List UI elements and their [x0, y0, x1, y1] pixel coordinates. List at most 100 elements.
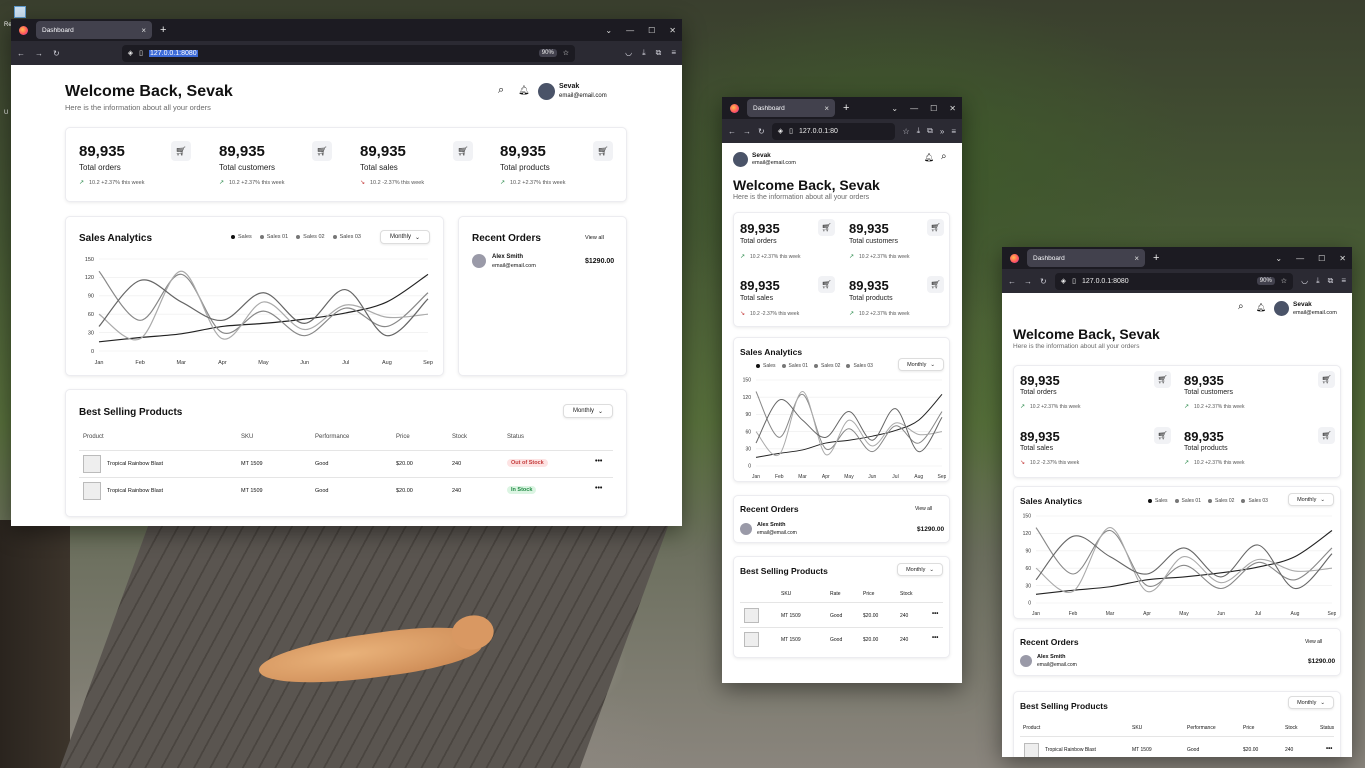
avatar[interactable] — [538, 83, 555, 100]
period-dropdown[interactable]: Monthly ⌄ — [1288, 493, 1334, 506]
recycle-bin-icon[interactable] — [14, 6, 26, 18]
new-tab-icon[interactable]: + — [1153, 252, 1159, 264]
bell-icon[interactable]: 🔔︎ — [924, 153, 934, 162]
download-icon[interactable]: ⤓ — [1316, 276, 1320, 286]
overflow-icon[interactable]: » — [940, 127, 944, 136]
zoom-level[interactable]: 90% — [1256, 277, 1275, 285]
period-dropdown[interactable]: Monthly ⌄ — [563, 404, 613, 418]
tab-dashboard[interactable]: Dashboard × — [36, 21, 152, 39]
avatar[interactable] — [733, 152, 748, 167]
tab-list-icon[interactable]: ⌄ — [605, 26, 612, 35]
stat-value: 89,935 — [849, 278, 889, 293]
zoom-level[interactable]: 90% — [538, 49, 557, 57]
x-tick-label: Mar — [1106, 611, 1115, 617]
url-text[interactable]: 127.0.0.1:8080 — [1082, 278, 1129, 285]
more-options-icon[interactable]: ••• — [595, 485, 602, 492]
reload-icon[interactable]: ↻ — [758, 127, 765, 136]
stat-label: Total sales — [740, 295, 774, 302]
tab-list-icon[interactable]: ⌄ — [891, 104, 898, 113]
tab-dashboard[interactable]: Dashboard × — [747, 99, 835, 117]
pocket-icon[interactable]: ◡ — [625, 48, 632, 58]
menu-icon[interactable]: ≡ — [671, 48, 676, 58]
minimize-icon[interactable]: — — [1296, 254, 1304, 263]
stat-value: 89,935 — [79, 143, 125, 160]
new-tab-icon[interactable]: + — [160, 24, 166, 36]
extensions-icon[interactable]: ⧉ — [656, 48, 662, 58]
close-window-icon[interactable]: ✕ — [949, 104, 956, 113]
series-line-sales-03 — [98, 279, 429, 337]
menu-icon[interactable]: ≡ — [951, 127, 956, 136]
bookmark-star-icon[interactable]: ☆ — [902, 127, 909, 136]
download-icon[interactable]: ⤓ — [642, 48, 646, 58]
forward-icon[interactable]: → — [35, 49, 43, 58]
tab-title: Dashboard — [42, 26, 74, 34]
avatar[interactable] — [1274, 301, 1289, 316]
y-tick-label: 90 — [1025, 548, 1031, 554]
url-bar[interactable]: ◈ ▯ 127.0.0.1:8080 90% ☆ — [121, 44, 576, 62]
pocket-icon[interactable]: ◡ — [1301, 276, 1308, 286]
firefox-icon — [730, 103, 739, 113]
trend-up-icon: ↗ — [500, 180, 506, 186]
back-icon[interactable]: ← — [1008, 277, 1016, 286]
product-stock: 240 — [900, 637, 909, 643]
view-all-link[interactable]: View all — [585, 235, 604, 241]
column-header: Status — [507, 434, 525, 440]
close-window-icon[interactable]: ✕ — [1339, 254, 1346, 263]
bell-icon[interactable]: 🔔︎ — [1256, 303, 1266, 312]
extensions-icon[interactable]: ⧉ — [927, 126, 933, 136]
more-options-icon[interactable]: ••• — [1326, 746, 1332, 752]
back-icon[interactable]: ← — [17, 49, 25, 58]
url-bar[interactable]: ◈ ▯ 127.0.0.1:8080 90% ☆ — [1054, 272, 1294, 290]
period-dropdown[interactable]: Monthly ⌄ — [1288, 696, 1334, 709]
search-icon[interactable]: ⌕ — [1238, 301, 1244, 312]
maximize-icon[interactable]: ☐ — [1318, 254, 1325, 263]
period-dropdown-label: Monthly — [389, 234, 411, 240]
period-dropdown[interactable]: Monthly ⌄ — [897, 563, 943, 576]
extensions-icon[interactable]: ⧉ — [1328, 276, 1334, 286]
order-amount: $1290.00 — [1308, 658, 1336, 665]
new-tab-icon[interactable]: + — [843, 102, 849, 114]
view-all-link[interactable]: View all — [915, 506, 932, 512]
minimize-icon[interactable]: — — [910, 104, 918, 113]
product-name: Tropical Rainbow Blast — [107, 488, 164, 494]
download-icon[interactable]: ⤓ — [917, 126, 921, 136]
tab-list-icon[interactable]: ⌄ — [1275, 254, 1282, 263]
tab-dashboard[interactable]: Dashboard × — [1027, 249, 1145, 267]
period-dropdown[interactable]: Monthly ⌄ — [380, 230, 430, 244]
nav-bar: ← → ↻ ◈ ▯ 127.0.0.1:80 ☆ ⤓ ⧉ » ≡ — [722, 119, 962, 143]
reload-icon[interactable]: ↻ — [53, 49, 60, 58]
period-dropdown[interactable]: Monthly ⌄ — [898, 358, 944, 371]
maximize-icon[interactable]: ☐ — [930, 104, 937, 113]
stat-value: 89,935 — [740, 221, 780, 236]
sales-analytics-title: Sales Analytics — [79, 233, 153, 244]
close-tab-icon[interactable]: × — [141, 26, 146, 35]
stat-value: 89,935 — [740, 278, 780, 293]
forward-icon[interactable]: → — [743, 127, 751, 136]
user-email: email@email.com — [752, 160, 796, 166]
close-tab-icon[interactable]: × — [824, 104, 829, 113]
close-window-icon[interactable]: ✕ — [669, 26, 676, 35]
close-tab-icon[interactable]: × — [1134, 254, 1139, 263]
legend-item: Sales — [231, 234, 252, 240]
bookmark-star-icon[interactable]: ☆ — [563, 49, 569, 57]
search-icon[interactable]: ⌕ — [941, 151, 947, 162]
search-icon[interactable]: ⌕ — [498, 84, 504, 97]
maximize-icon[interactable]: ☐ — [648, 26, 655, 35]
url-text[interactable]: 127.0.0.1:80 — [799, 128, 838, 135]
more-options-icon[interactable]: ••• — [932, 611, 938, 617]
more-options-icon[interactable]: ••• — [932, 635, 938, 641]
reload-icon[interactable]: ↻ — [1040, 277, 1047, 286]
url-text[interactable]: 127.0.0.1:8080 — [148, 49, 198, 57]
minimize-icon[interactable]: — — [626, 26, 634, 35]
bookmark-star-icon[interactable]: ☆ — [1281, 277, 1287, 285]
page-content: Welcome Back, Sevak Here is the informat… — [11, 65, 682, 526]
forward-icon[interactable]: → — [1024, 277, 1032, 286]
back-icon[interactable]: ← — [728, 127, 736, 136]
bell-icon[interactable]: 🔔︎ — [518, 85, 529, 96]
product-stock: 240 — [900, 613, 909, 619]
menu-icon[interactable]: ≡ — [1341, 276, 1346, 286]
best-selling-card: Best Selling Products Monthly ⌄ Product S… — [65, 389, 627, 517]
view-all-link[interactable]: View all — [1305, 639, 1322, 645]
url-bar[interactable]: ◈ ▯ 127.0.0.1:80 — [771, 122, 896, 140]
more-options-icon[interactable]: ••• — [595, 458, 602, 465]
